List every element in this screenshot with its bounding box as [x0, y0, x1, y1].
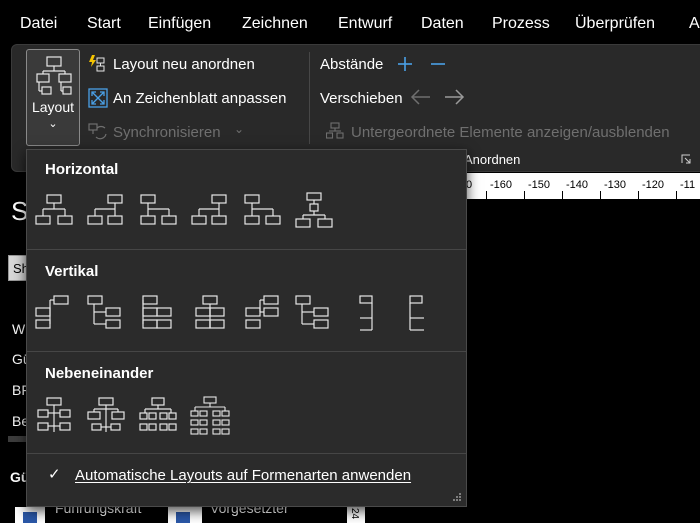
untergeordnete-elemente-button[interactable]: Untergeordnete Elemente anzeigen/ausblen…: [351, 124, 670, 141]
layout-vertical-right-icon[interactable]: [86, 294, 126, 334]
section-title-side-by-side: Nebeneinander: [45, 365, 154, 382]
ruler-label: -120: [642, 179, 665, 191]
menu-zeichnen[interactable]: Zeichnen: [242, 15, 308, 33]
layout-side-by-side-tree-icon[interactable]: [86, 396, 126, 436]
plus-icon[interactable]: [397, 56, 413, 72]
fit-to-page-icon: [88, 88, 108, 108]
org-chart-icon: [36, 56, 72, 95]
chevron-down-icon: ⌄: [48, 118, 58, 130]
arrow-left-icon[interactable]: [410, 89, 432, 105]
ribbon-separator: [309, 52, 310, 144]
layout-side-by-side-3-icon[interactable]: [138, 396, 178, 436]
dialog-launcher-icon[interactable]: [681, 154, 691, 164]
menu-entwurf[interactable]: Entwurf: [338, 15, 392, 33]
layout-neu-anordnen-button[interactable]: Layout neu anordnen: [113, 56, 255, 73]
layout-horizontal-standard-icon[interactable]: [34, 192, 74, 232]
dropdown-separator: [27, 453, 466, 454]
auto-layout-toggle[interactable]: Automatische Layouts auf Formenarten anw…: [75, 467, 411, 484]
an-zeichenblatt-anpassen-button[interactable]: An Zeichenblatt anpassen: [113, 90, 286, 107]
person-card-icon: [168, 507, 202, 523]
layout-horizontal-grouped-icon[interactable]: [294, 192, 334, 232]
vertical-ruler: 24: [347, 505, 365, 523]
layout-vertical-staggered-icon[interactable]: [242, 294, 282, 334]
background-text: W: [12, 321, 26, 337]
menu-einfuegen[interactable]: Einfügen: [148, 15, 211, 33]
menu-daten[interactable]: Daten: [421, 15, 464, 33]
ruler-label: -130: [604, 179, 627, 191]
menu-bar: Datei Start Einfügen Zeichnen Entwurf Da…: [0, 0, 700, 46]
layout-dropdown: Horizontal Vertikal Nebeneinander ✓ Auto…: [26, 149, 467, 507]
ruler-label: -11: [680, 179, 696, 191]
layout-vertical-both-icon[interactable]: [138, 294, 178, 334]
background-scrollbar: [8, 436, 26, 442]
layout-horizontal-indent-icon[interactable]: [242, 192, 282, 232]
layout-side-by-side-4-icon[interactable]: [190, 396, 230, 436]
synchronisieren-button[interactable]: Synchronisieren: [113, 124, 221, 141]
layout-vertical-center-icon[interactable]: [190, 294, 230, 334]
sync-icon: [88, 123, 107, 140]
person-card-icon: [15, 507, 45, 523]
layout-horizontal-bottom-icon[interactable]: [190, 192, 230, 232]
menu-datei[interactable]: Datei: [20, 15, 57, 33]
ruler-label: 24: [349, 508, 360, 520]
section-title-horizontal: Horizontal: [45, 161, 119, 178]
layout-side-by-side-2-icon[interactable]: [34, 396, 74, 436]
relayout-icon: [89, 55, 105, 72]
layout-vertical-left-icon[interactable]: [34, 294, 74, 334]
checkmark-icon: ✓: [48, 466, 61, 483]
layout-horizontal-left-icon[interactable]: [138, 192, 178, 232]
verschieben-label: Verschieben: [320, 90, 403, 107]
menu-ueberpruefen[interactable]: Überprüfen: [575, 15, 655, 33]
ruler-label: -160: [490, 179, 513, 191]
minus-icon[interactable]: [430, 56, 446, 72]
show-hide-subordinates-icon: [326, 122, 344, 139]
menu-more[interactable]: A: [689, 15, 700, 33]
layout-vertical-bracket-left-icon[interactable]: [346, 294, 386, 334]
chevron-down-icon: ⌄: [234, 122, 245, 136]
group-label-anordnen: Anordnen: [464, 152, 521, 167]
abstaende-label: Abstände: [320, 56, 384, 73]
layout-vertical-right-staggered-icon[interactable]: [294, 294, 334, 334]
ruler-label: -140: [566, 179, 589, 191]
ruler-label: -150: [528, 179, 551, 191]
layout-vertical-bracket-right-icon[interactable]: [398, 294, 438, 334]
layout-button-label: Layout: [31, 99, 75, 115]
resize-grip-icon[interactable]: [452, 492, 462, 502]
layout-horizontal-right-icon[interactable]: [86, 192, 126, 232]
menu-prozess[interactable]: Prozess: [492, 15, 550, 33]
dropdown-separator: [27, 351, 466, 352]
horizontal-ruler: 0 -160 -150 -140 -130 -120 -11: [466, 173, 700, 199]
arrow-right-icon[interactable]: [443, 89, 465, 105]
dropdown-separator: [27, 249, 466, 250]
section-title-vertical: Vertikal: [45, 263, 99, 280]
layout-button[interactable]: Layout ⌄: [26, 49, 80, 146]
menu-start[interactable]: Start: [87, 15, 121, 33]
